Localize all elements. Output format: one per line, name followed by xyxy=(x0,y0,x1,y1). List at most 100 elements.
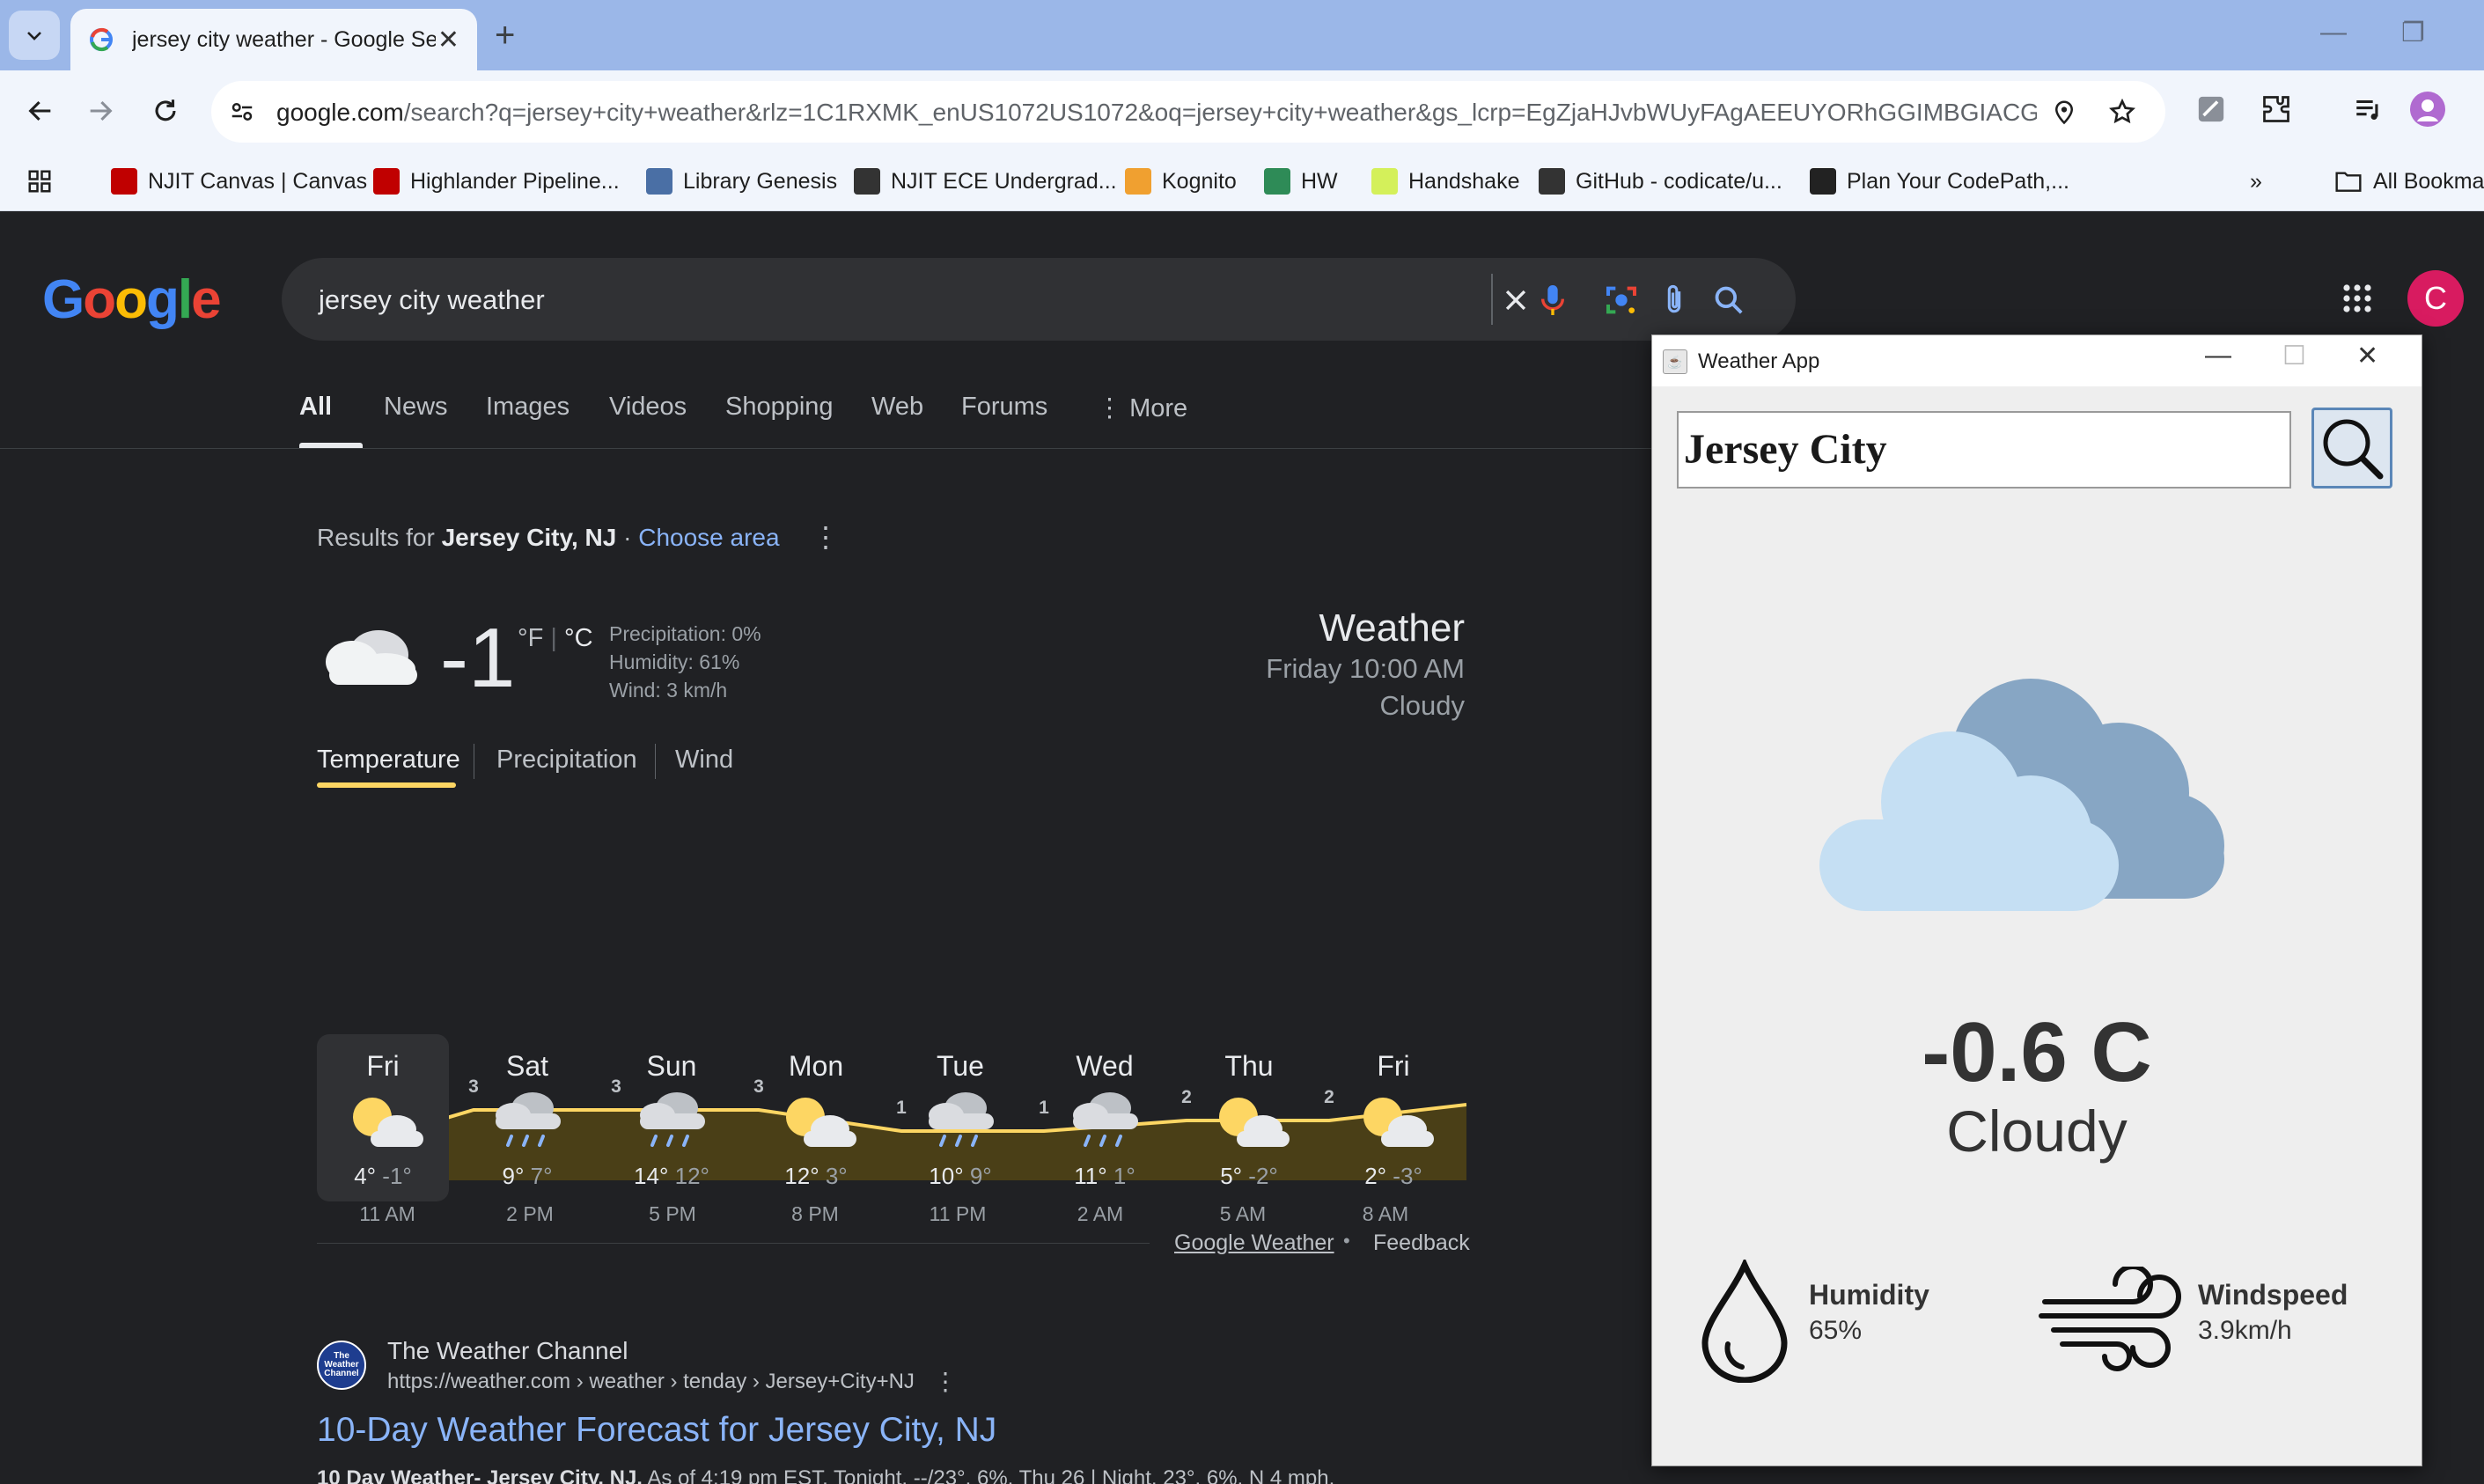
bookmark-item[interactable]: Highlander Pipeline... xyxy=(373,164,620,199)
media-controls-icon[interactable] xyxy=(2348,90,2387,129)
restore-window-button[interactable]: ❐ xyxy=(2401,18,2425,48)
bookmark-label: Library Genesis xyxy=(683,168,838,194)
bookmark-item[interactable]: NJIT Canvas | Canvas xyxy=(111,164,367,199)
browser-tab-active[interactable]: jersey city weather - Google Search ✕ xyxy=(70,9,477,70)
forecast-low: 9° xyxy=(969,1163,992,1189)
partly-cloudy-icon xyxy=(772,1085,860,1160)
minimize-window-button[interactable]: — xyxy=(2320,18,2347,48)
njit-icon xyxy=(111,168,137,195)
bookmark-label: Handshake xyxy=(1408,168,1520,194)
lens-search-icon[interactable] xyxy=(1602,281,1641,320)
result-url[interactable]: https://weather.com › weather › tenday ›… xyxy=(387,1370,915,1394)
bookmark-item[interactable]: GitHub - codicate/u... xyxy=(1539,164,1782,199)
location-pin-icon[interactable] xyxy=(2047,95,2081,129)
more-bookmarks-button[interactable]: » xyxy=(2250,164,2262,199)
forecast-low: -1° xyxy=(382,1163,412,1189)
weather-channel-logo-text: The Weather Channel xyxy=(324,1351,359,1378)
apps-grid-button[interactable] xyxy=(26,164,53,199)
app-maximize-button[interactable]: ☐ xyxy=(2282,341,2306,371)
forecast-day-name: Sat xyxy=(505,1050,549,1082)
profile-avatar-icon[interactable] xyxy=(2408,90,2447,129)
bookmark-item[interactable]: Handshake xyxy=(1371,164,1519,199)
fahrenheit-toggle[interactable]: °F xyxy=(518,624,543,652)
forecast-temps: 5° -2° xyxy=(1183,1163,1315,1190)
bookmark-item[interactable]: HW xyxy=(1264,164,1338,199)
result-site-name[interactable]: The Weather Channel xyxy=(387,1337,628,1365)
choose-area-link[interactable]: Choose area xyxy=(638,524,779,551)
weather-summary: Weather Friday 10:00 AM Cloudy xyxy=(1266,606,1465,724)
tab-web[interactable]: Web xyxy=(871,393,923,422)
tab-images[interactable]: Images xyxy=(486,393,570,422)
url-text[interactable]: google.com/search?q=jersey+city+weather&… xyxy=(276,99,2037,127)
city-search-button[interactable] xyxy=(2311,408,2392,489)
tab-forums[interactable]: Forums xyxy=(961,393,1047,422)
reload-button[interactable] xyxy=(144,90,187,132)
site-info-icon[interactable] xyxy=(225,95,259,129)
forecast-day[interactable]: Mon 12° 3° xyxy=(750,1034,882,1201)
result-title-link[interactable]: 10-Day Weather Forecast for Jersey City,… xyxy=(317,1411,996,1450)
all-bookmarks-folder[interactable]: All Bookmarks xyxy=(2334,164,2484,199)
search-icon[interactable] xyxy=(1709,281,1748,320)
new-tab-button[interactable]: + xyxy=(495,16,515,55)
forecast-day[interactable]: Sat 9° 7° xyxy=(461,1034,593,1201)
kognito-icon xyxy=(1125,168,1151,195)
time-tick-label: 11 AM xyxy=(359,1202,415,1225)
forecast-day[interactable]: Fri 2° -3° xyxy=(1327,1034,1459,1201)
weather-channel-logo[interactable]: The Weather Channel xyxy=(317,1341,366,1390)
search-box[interactable]: jersey city weather xyxy=(282,258,1796,341)
celsius-toggle[interactable]: °C xyxy=(564,624,593,652)
github-icon xyxy=(1539,168,1565,195)
tab-all[interactable]: All xyxy=(299,393,332,422)
google-weather-link[interactable]: Google Weather xyxy=(1174,1231,1334,1256)
city-input-value[interactable]: Jersey City xyxy=(1684,425,1887,474)
attach-file-icon[interactable] xyxy=(1655,281,1694,320)
forecast-day[interactable]: Tue 10° 9° xyxy=(894,1034,1026,1201)
tab-search-button[interactable] xyxy=(9,11,60,60)
tab-close-icon[interactable]: ✕ xyxy=(437,25,459,55)
app-titlebar[interactable]: ☕ Weather App — ☐ ✕ xyxy=(1652,335,2422,386)
extensions-puzzle-icon[interactable] xyxy=(2257,90,2296,129)
bookmark-item[interactable]: Plan Your CodePath,... xyxy=(1810,164,2069,199)
back-button[interactable] xyxy=(19,90,62,132)
tab-videos[interactable]: Videos xyxy=(609,393,687,422)
forward-button[interactable] xyxy=(79,90,121,132)
more-options-icon[interactable]: ⋮ xyxy=(812,520,840,554)
bookmark-item[interactable]: Kognito xyxy=(1125,164,1237,199)
bookmark-item[interactable]: NJIT ECE Undergrad... xyxy=(854,164,1117,199)
bookmark-label: Kognito xyxy=(1162,168,1237,194)
extension-slash-icon[interactable] xyxy=(2192,90,2230,129)
forecast-day[interactable]: Thu 5° -2° xyxy=(1183,1034,1315,1201)
address-bar[interactable]: google.com/search?q=jersey+city+weather&… xyxy=(211,81,2165,143)
app-temperature: -0.6 C xyxy=(1922,1005,2152,1099)
bookmark-item[interactable]: Library Genesis xyxy=(646,164,837,199)
tab-news[interactable]: News xyxy=(384,393,448,422)
tab-shopping[interactable]: Shopping xyxy=(725,393,834,422)
more-dots-icon: ⋮ xyxy=(1097,394,1130,422)
url-path: /search?q=jersey+city+weather&rlz=1C1RXM… xyxy=(403,99,2037,126)
account-avatar[interactable]: C xyxy=(2407,270,2464,327)
city-search-input[interactable]: Jersey City xyxy=(1677,411,2291,489)
forecast-day[interactable]: Wed 11° 1° xyxy=(1039,1034,1171,1201)
tab-more[interactable]: ⋮ More xyxy=(1097,393,1187,423)
feedback-link[interactable]: Feedback xyxy=(1373,1231,1470,1256)
tab-precipitation[interactable]: Precipitation xyxy=(496,746,637,775)
result-options-icon[interactable]: ⋮ xyxy=(933,1367,958,1396)
tab-temperature[interactable]: Temperature xyxy=(317,746,460,775)
google-doodle-logo[interactable]: Google xyxy=(42,268,222,331)
bookmark-star-icon[interactable] xyxy=(2106,95,2139,129)
forecast-temps: 10° 9° xyxy=(894,1163,1026,1190)
app-close-button[interactable]: ✕ xyxy=(2356,341,2378,371)
clear-search-icon[interactable] xyxy=(1496,281,1535,320)
app-minimize-button[interactable]: — xyxy=(2205,341,2231,371)
codepath-icon xyxy=(1810,168,1836,195)
google-apps-icon[interactable] xyxy=(2341,283,2373,319)
search-query[interactable]: jersey city weather xyxy=(319,284,545,316)
tabs-separator xyxy=(0,448,1655,449)
forecast-temps: 2° -3° xyxy=(1327,1163,1459,1190)
forecast-day[interactable]: Fri 4° -1° xyxy=(317,1034,449,1201)
forecast-day[interactable]: Sun 14° 12° xyxy=(606,1034,738,1201)
voice-search-icon[interactable] xyxy=(1533,281,1572,320)
tab-wind[interactable]: Wind xyxy=(675,746,733,775)
wind-text: Wind: 3 km/h xyxy=(609,679,728,702)
stack-icon xyxy=(1264,168,1290,195)
